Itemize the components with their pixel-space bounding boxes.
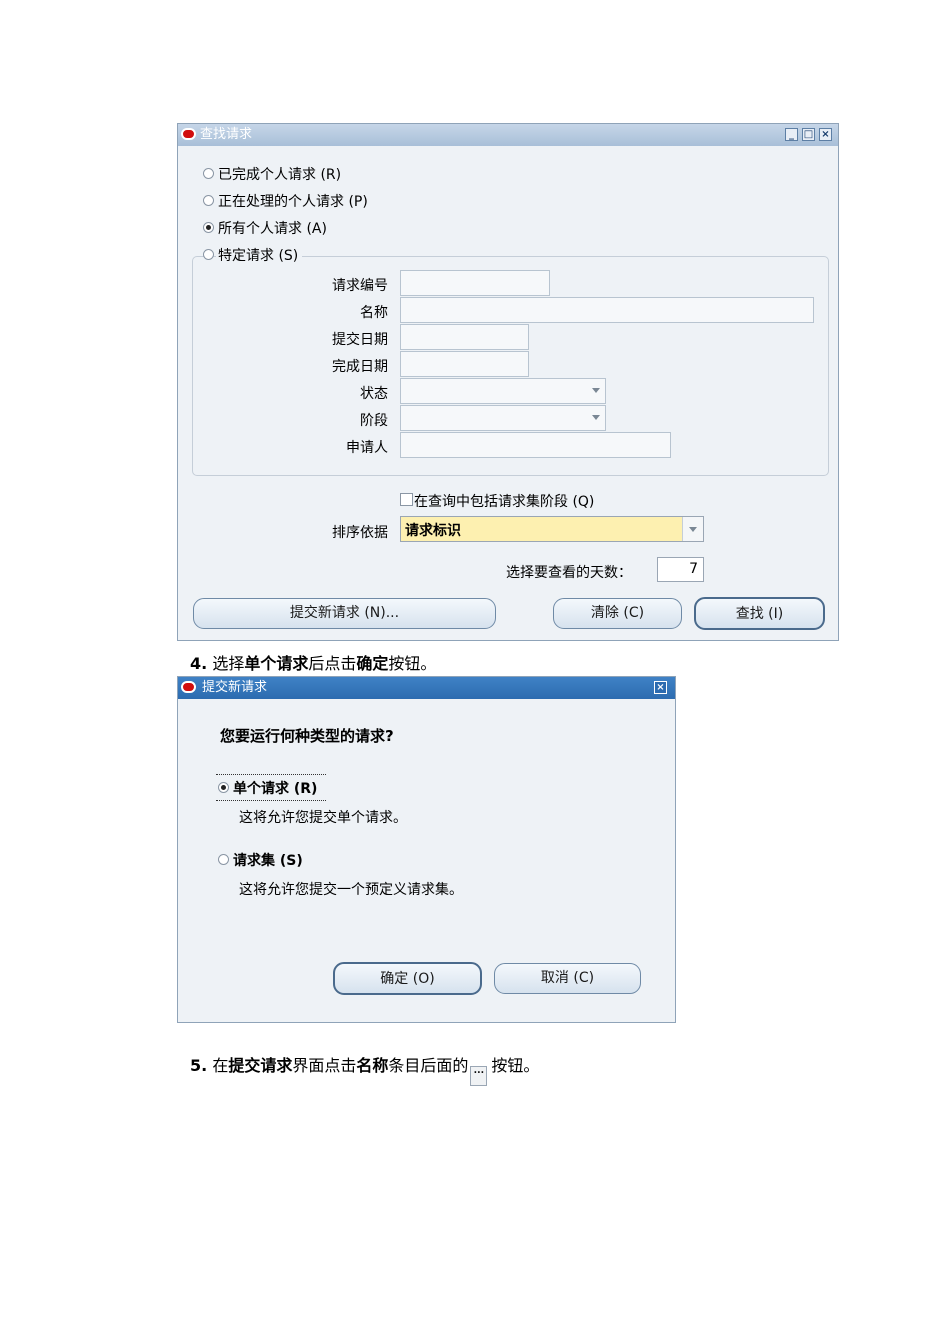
chevron-down-icon bbox=[592, 388, 600, 393]
step-number: 4. bbox=[190, 654, 208, 673]
step-text: 后点击 bbox=[308, 654, 357, 673]
single-request-desc: 这将允许您提交单个请求。 bbox=[239, 810, 407, 826]
label-name: 名称 bbox=[360, 305, 388, 321]
oracle-logo-icon bbox=[181, 128, 196, 140]
submit-date-input[interactable] bbox=[400, 324, 529, 350]
window-title: 提交新请求 bbox=[202, 680, 268, 695]
sort-by-select[interactable]: 请求标识 bbox=[400, 516, 704, 542]
chevron-down-icon bbox=[689, 527, 697, 532]
request-set-label: 请求集 (S) bbox=[233, 853, 303, 869]
step-text: 条目后面的 bbox=[388, 1056, 469, 1075]
close-icon[interactable]: × bbox=[819, 128, 832, 141]
radio-request-set[interactable] bbox=[218, 854, 229, 865]
submit-new-request-window: 提交新请求 × 您要运行何种类型的请求? 单个请求 (R) 这将允许您提交单个请… bbox=[177, 676, 676, 1023]
find-button[interactable]: 查找 (I) bbox=[694, 597, 825, 630]
cancel-label: 取消 (C) bbox=[540, 970, 595, 986]
submit-new-request-label: 提交新请求 (N)... bbox=[289, 605, 400, 621]
window-title: 查找请求 bbox=[200, 127, 253, 142]
request-set-desc: 这将允许您提交一个预定义请求集。 bbox=[239, 882, 463, 898]
radio-processing-label: 正在处理的个人请求 (P) bbox=[218, 194, 368, 210]
label-requester: 申请人 bbox=[346, 440, 388, 456]
ok-label: 确定 (O) bbox=[380, 971, 435, 987]
include-set-stages-checkbox[interactable] bbox=[400, 493, 413, 506]
submit-titlebar: 提交新请求 × bbox=[178, 677, 675, 699]
request-id-input[interactable] bbox=[400, 270, 550, 296]
radio-all-label: 所有个人请求 (A) bbox=[218, 221, 327, 237]
days-value: 7 bbox=[689, 561, 698, 577]
label-request-id: 请求编号 bbox=[332, 278, 388, 294]
step-text: 界面点击 bbox=[292, 1056, 357, 1075]
complete-date-input[interactable] bbox=[400, 351, 529, 377]
step-bold: 单个请求 bbox=[244, 654, 309, 673]
question-text: 您要运行何种类型的请求? bbox=[220, 727, 394, 745]
label-phase: 阶段 bbox=[360, 413, 388, 429]
step-text: 按钮。 bbox=[388, 654, 437, 673]
radio-completed-label: 已完成个人请求 (R) bbox=[218, 167, 342, 183]
find-requests-titlebar: 查找请求 _ □ × bbox=[178, 124, 838, 146]
close-icon[interactable]: × bbox=[654, 681, 667, 694]
step-number: 5. bbox=[190, 1056, 208, 1075]
radio-processing[interactable] bbox=[203, 195, 214, 206]
chevron-down-icon bbox=[592, 415, 600, 420]
clear-label: 清除 (C) bbox=[590, 605, 645, 621]
minimize-icon[interactable]: _ bbox=[785, 128, 798, 141]
status-select[interactable] bbox=[400, 378, 606, 404]
days-label: 选择要查看的天数： bbox=[506, 565, 632, 581]
step-text: 选择 bbox=[212, 654, 245, 673]
maximize-icon[interactable]: □ bbox=[802, 128, 815, 141]
label-sort-by: 排序依据 bbox=[332, 525, 388, 541]
name-input[interactable] bbox=[400, 297, 814, 323]
ellipsis-button-icon: ... bbox=[470, 1066, 488, 1086]
submit-new-request-button[interactable]: 提交新请求 (N)... bbox=[193, 598, 496, 629]
find-label: 查找 (I) bbox=[735, 606, 784, 622]
oracle-logo-icon bbox=[181, 681, 196, 693]
sort-by-value: 请求标识 bbox=[405, 523, 461, 539]
step-5-instruction: 5. 在提交请求界面点击名称条目后面的... 按钮。 bbox=[190, 1052, 539, 1086]
requester-input[interactable] bbox=[400, 432, 671, 458]
include-set-stages-label: 在查询中包括请求集阶段 (Q) bbox=[414, 494, 595, 510]
radio-specific[interactable] bbox=[203, 249, 214, 260]
cancel-button[interactable]: 取消 (C) bbox=[494, 963, 641, 994]
step-4-instruction: 4. 选择单个请求后点击确定按钮。 bbox=[190, 650, 436, 674]
radio-single-request[interactable] bbox=[218, 782, 229, 793]
step-text: 在 bbox=[212, 1056, 229, 1075]
radio-completed[interactable] bbox=[203, 168, 214, 179]
ok-button[interactable]: 确定 (O) bbox=[333, 962, 482, 995]
step-bold: 提交请求 bbox=[228, 1056, 293, 1075]
label-complete-date: 完成日期 bbox=[332, 359, 388, 375]
radio-all[interactable] bbox=[203, 222, 214, 233]
step-bold: 确定 bbox=[356, 654, 389, 673]
clear-button[interactable]: 清除 (C) bbox=[553, 598, 682, 629]
label-status: 状态 bbox=[360, 386, 388, 402]
days-input[interactable]: 7 bbox=[657, 557, 704, 582]
step-text: 按钮。 bbox=[491, 1056, 540, 1075]
single-request-label: 单个请求 (R) bbox=[233, 781, 318, 797]
label-submit-date: 提交日期 bbox=[332, 332, 388, 348]
radio-specific-label: 特定请求 (S) bbox=[216, 245, 303, 265]
step-bold: 名称 bbox=[356, 1056, 389, 1075]
find-requests-window: 查找请求 _ □ × 已完成个人请求 (R) 正在处理的个人请求 (P) 所有个… bbox=[177, 123, 839, 641]
phase-select[interactable] bbox=[400, 405, 606, 431]
